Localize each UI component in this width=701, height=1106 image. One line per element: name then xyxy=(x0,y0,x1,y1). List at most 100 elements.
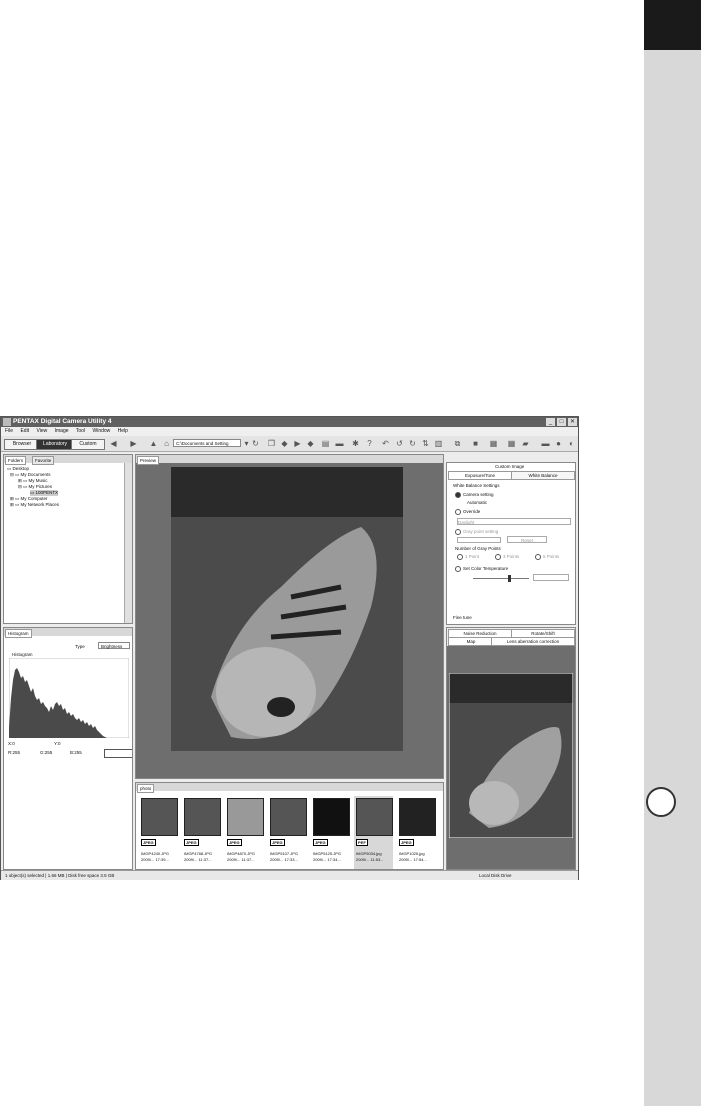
tab-exposure-tone[interactable]: Exposure/Tone xyxy=(448,471,512,480)
play-icon[interactable]: ▶ xyxy=(293,439,302,448)
rotate-left-icon[interactable]: ↺ xyxy=(395,439,404,448)
camera-setting-radio[interactable]: Camera setting xyxy=(455,492,494,498)
thumbnail-item[interactable]: JPEG IMGP4870.JPG 2009/... 11:37... xyxy=(225,796,264,869)
thumbnail-filename: IMGP4870.JPG xyxy=(227,851,256,856)
tab-folders[interactable]: Folders xyxy=(5,456,27,465)
copy-icon[interactable]: ❐ xyxy=(267,439,276,448)
type-select[interactable]: Brightness xyxy=(98,642,130,649)
three-points-label: 3 Points xyxy=(503,554,520,560)
file-type-badge: JPEG xyxy=(184,839,199,846)
five-points-radio[interactable]: 5 Points xyxy=(535,554,559,560)
back-arrow-icon[interactable]: ◀ xyxy=(109,439,118,448)
gray-point-radio[interactable]: Gray point setting xyxy=(455,529,498,535)
override-select[interactable]: Daylight xyxy=(457,518,571,525)
trash-icon[interactable]: ▥ xyxy=(434,439,443,448)
menu-window[interactable]: Window xyxy=(92,428,110,434)
browser-tabstrip: photo xyxy=(136,783,443,793)
tab-favorite[interactable]: Favorite xyxy=(32,456,55,465)
settings-gear-icon[interactable]: ✱ xyxy=(351,439,360,448)
histogram-panel: Histogram Type Brightness Histogram X:0 … xyxy=(3,627,133,870)
custom-mode-button[interactable]: Custom xyxy=(71,439,105,450)
one-point-label: 1 Point xyxy=(465,554,480,560)
three-points-radio[interactable]: 3 Points xyxy=(495,554,519,560)
override-label: Override xyxy=(463,509,481,515)
menu-view[interactable]: View xyxy=(36,428,47,434)
menu-tool[interactable]: Tool xyxy=(76,428,85,434)
rotate-right-icon[interactable]: ↻ xyxy=(408,439,417,448)
maximize-button[interactable]: □ xyxy=(557,418,566,426)
develop-icon[interactable]: ◆ xyxy=(280,439,289,448)
b-readout: B:255 xyxy=(70,750,82,755)
reset-button[interactable]: Reset xyxy=(507,536,547,543)
folder-icon[interactable]: ▰ xyxy=(521,439,530,448)
up-arrow-icon[interactable]: ▲ xyxy=(149,439,158,448)
laboratory-mode-button[interactable]: Laboratory xyxy=(36,439,74,450)
thumbnail-item[interactable]: JPEG IMGP5107.JPG 2009/... 17:33... xyxy=(268,796,307,869)
gray-point-select[interactable] xyxy=(457,537,501,543)
help-icon[interactable]: ? xyxy=(365,439,374,448)
tab-histogram[interactable]: Histogram xyxy=(5,629,32,638)
search-icon[interactable]: ◐ xyxy=(567,439,576,448)
type-label: Type xyxy=(75,644,85,649)
menu-file[interactable]: File xyxy=(5,428,13,434)
forward-arrow-icon[interactable]: ▶ xyxy=(129,439,138,448)
set-color-temp-radio[interactable]: Set Color Temperature xyxy=(455,566,508,572)
minimize-button[interactable]: _ xyxy=(546,418,555,426)
menu-edit[interactable]: Edit xyxy=(20,428,29,434)
gray-point-label: Gray point setting xyxy=(463,529,499,535)
path-dropdown-icon[interactable]: ▾ xyxy=(242,439,251,448)
undo-icon[interactable]: ↶ xyxy=(381,439,390,448)
override-radio[interactable]: Override xyxy=(455,509,480,515)
menu-bar: File Edit View Image Tool Window Help xyxy=(1,427,578,436)
thumbnail-date: 2009/... 17:54... xyxy=(399,857,427,862)
thumbnail-image xyxy=(141,798,178,836)
thumbnail-date: 2009/... 17:33... xyxy=(270,857,298,862)
print-icon[interactable]: ▬ xyxy=(335,439,344,448)
flip-icon[interactable]: ⇅ xyxy=(421,439,430,448)
compare-icon[interactable]: ⧉ xyxy=(453,439,462,448)
r-readout: R:255 xyxy=(8,750,21,755)
menu-help[interactable]: Help xyxy=(118,428,128,434)
color-temp-slider-handle[interactable] xyxy=(508,575,511,582)
menu-image[interactable]: Image xyxy=(55,428,69,434)
close-button[interactable]: ✕ xyxy=(568,418,577,426)
folders-panel: Folders Favorite ▭ Desktop ⊟ ▭ My Docume… xyxy=(3,454,133,624)
histogram-chart xyxy=(9,658,129,738)
x-readout: X:0 xyxy=(8,741,15,746)
home-icon[interactable]: ⌂ xyxy=(162,439,171,448)
view-mode-icon[interactable]: ■ xyxy=(471,439,480,448)
save-icon[interactable]: ▤ xyxy=(321,439,330,448)
tab-preview[interactable]: Preview xyxy=(137,456,160,465)
folders-scrollbar[interactable] xyxy=(124,463,132,623)
layout-icon[interactable]: ▦ xyxy=(489,439,498,448)
browser-mode-button[interactable]: Browser xyxy=(4,439,40,450)
zoom-icon[interactable]: ● xyxy=(554,439,563,448)
color-temp-select[interactable] xyxy=(533,574,569,581)
thumbnail-item[interactable]: JPEG IMGP1025.jpg 2009/... 17:54... xyxy=(397,796,436,869)
grid-icon[interactable]: ▦ xyxy=(507,439,516,448)
tab-photo[interactable]: photo xyxy=(137,784,155,793)
tab-white-balance[interactable]: White Balance xyxy=(511,471,575,480)
color-temp-slider[interactable] xyxy=(473,578,529,579)
thumbnail-date: 2009/... 17:39... xyxy=(141,857,169,862)
thumbnail-date: 2009/... 17:34... xyxy=(313,857,341,862)
thumbnail-filename: IMGP5034.jpg xyxy=(356,851,382,856)
one-point-radio[interactable]: 1 Point xyxy=(457,554,479,560)
tab-map[interactable]: Map xyxy=(448,637,494,646)
diamond-icon[interactable]: ◆ xyxy=(306,439,315,448)
tab-lens-aberration-correction[interactable]: Lens aberration correction xyxy=(491,637,575,646)
minus-icon[interactable]: ▬ xyxy=(541,439,550,448)
thumbnail-item[interactable]: JPEG IMGP4788.JPG 2009/... 11:37... xyxy=(182,796,221,869)
thumbnail-item[interactable]: JPEG IMGP5125.JPG 2009/... 17:34... xyxy=(311,796,350,869)
color-swatch xyxy=(104,749,132,758)
thumbnail-image xyxy=(399,798,436,836)
five-points-label: 5 Points xyxy=(543,554,560,560)
thumbnail-item[interactable]: JPEG IMGP4240.JPG 2009/... 17:39... xyxy=(139,796,178,869)
histogram-tabstrip: Histogram xyxy=(4,628,132,638)
refresh-icon[interactable]: ↻ xyxy=(251,439,260,448)
camera-setting-label: Camera setting xyxy=(463,492,494,498)
thumbnail-item-selected[interactable]: PEF IMGP5034.jpg 2009/... 11:53... xyxy=(354,796,393,869)
tree-item-my-network-places[interactable]: ⊞ ▭ My Network Places xyxy=(10,502,59,508)
path-input[interactable]: C:\Documents and Setting xyxy=(173,439,241,447)
chapter-circle-marker xyxy=(646,787,676,817)
